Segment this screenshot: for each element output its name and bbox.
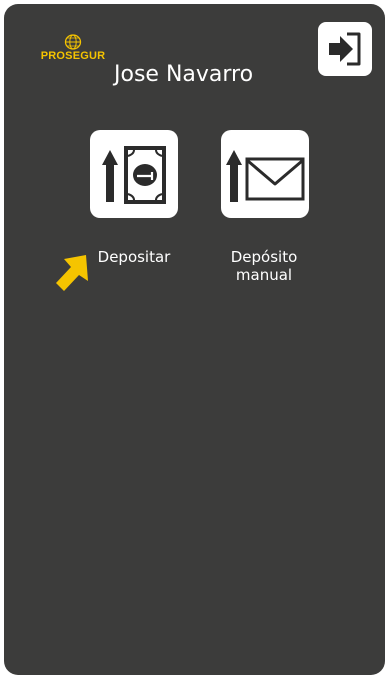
yellow-pointer-arrow-icon	[56, 255, 88, 291]
manual-deposit-label[interactable]: Depósito manual	[204, 248, 324, 284]
logout-button[interactable]	[318, 22, 372, 76]
globe-logo-icon	[64, 34, 82, 50]
deposit-button[interactable]	[90, 130, 178, 218]
manual-deposit-button[interactable]	[221, 130, 309, 218]
manual-deposit-envelope-icon	[226, 150, 305, 202]
user-name: Jose Navarro	[114, 62, 254, 87]
brand-logo: PROSEGUR	[38, 34, 108, 62]
brand-name: PROSEGUR	[40, 50, 106, 62]
deposit-banknote-icon	[102, 146, 166, 204]
logout-arrow-icon	[329, 32, 361, 66]
app-screen: PROSEGUR Jose Navarro Depositar Depósito…	[4, 4, 385, 675]
